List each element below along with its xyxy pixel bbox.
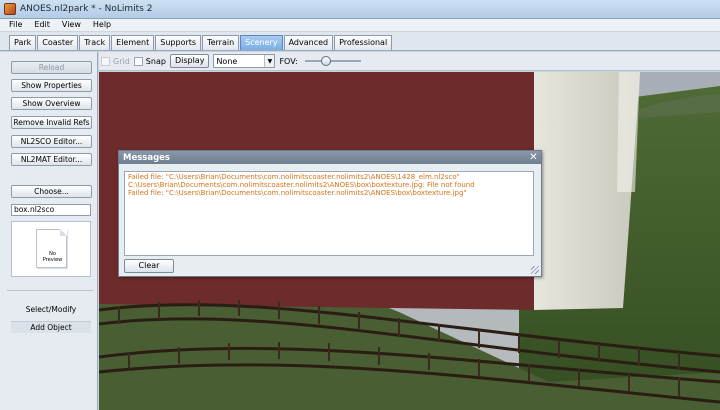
title-bar: ANOES.nl2park * - NoLimits 2 (0, 0, 720, 19)
tab-advanced[interactable]: Advanced (283, 35, 334, 50)
tab-park[interactable]: Park (9, 35, 37, 50)
snap-checkbox[interactable] (133, 56, 143, 66)
show-overview-button[interactable]: Show Overview (11, 97, 92, 110)
viewport-toolbar: Grid Snap Display None ▼ FOV: (99, 52, 720, 71)
grid-label: Grid (113, 56, 130, 66)
page-fold (60, 229, 67, 236)
nl2sco-editor-button[interactable]: NL2SCO Editor... (11, 135, 92, 148)
display-dropdown-value: None (216, 56, 238, 66)
menu-edit[interactable]: Edit (29, 19, 57, 31)
clear-button[interactable]: Clear (124, 259, 174, 273)
reload-button[interactable]: Reload (11, 61, 92, 74)
preview-placeholder-text: No Preview (42, 251, 63, 263)
chevron-down-icon: ▼ (264, 55, 275, 67)
message-line: Failed file: "C:\Users\Brian\Documents\c… (128, 173, 460, 181)
fov-slider-track (304, 60, 361, 62)
grid-checkbox[interactable] (101, 56, 110, 66)
fov-slider-thumb[interactable] (320, 56, 331, 66)
dialog-title-bar[interactable]: Messages ✕ (119, 151, 541, 164)
display-dropdown[interactable]: None ▼ (213, 54, 276, 68)
fov-label: FOV: (279, 56, 298, 66)
window-title: ANOES.nl2park * - NoLimits 2 (20, 4, 153, 14)
document-icon: No Preview (36, 229, 67, 268)
tab-element[interactable]: Element (111, 35, 155, 50)
menu-view[interactable]: View (57, 19, 88, 31)
tab-track[interactable]: Track (79, 35, 111, 50)
choose-file-button[interactable]: Choose... (11, 185, 92, 198)
mode-tab-bar: Park Coaster Track Element Supports Terr… (0, 32, 720, 51)
display-button[interactable]: Display (169, 54, 210, 68)
message-log[interactable]: Failed file: "C:\Users\Brian\Documents\c… (124, 171, 534, 256)
close-icon[interactable]: ✕ (528, 152, 539, 163)
panel-divider (7, 290, 93, 291)
resize-grip-icon[interactable] (531, 266, 539, 274)
menu-bar: File Edit View Help (0, 19, 720, 32)
snap-label: Snap (145, 56, 166, 66)
tab-professional[interactable]: Professional (334, 35, 393, 50)
tab-terrain[interactable]: Terrain (202, 35, 240, 50)
selected-file-field[interactable]: box.nl2sco (11, 204, 91, 216)
message-line: Failed file: "C:\Users\Brian\Documents\c… (128, 189, 467, 197)
select-modify-tab[interactable]: Select/Modify (11, 305, 91, 314)
messages-dialog: Messages ✕ Failed file: "C:\Users\Brian\… (118, 150, 542, 277)
object-preview: No Preview (11, 221, 91, 277)
app-logo-icon (4, 3, 16, 15)
nl2mat-editor-button[interactable]: NL2MAT Editor... (11, 153, 92, 166)
fov-slider[interactable] (304, 54, 361, 68)
remove-invalid-refs-button[interactable]: Remove Invalid Refs (11, 116, 92, 129)
menu-help[interactable]: Help (88, 19, 118, 31)
menu-file[interactable]: File (4, 19, 29, 31)
show-properties-button[interactable]: Show Properties (11, 79, 92, 92)
scenery-side-panel: Reload Show Properties Show Overview Rem… (0, 52, 98, 410)
tab-scenery[interactable]: Scenery (240, 35, 283, 50)
tab-coaster[interactable]: Coaster (37, 35, 79, 50)
tab-supports[interactable]: Supports (155, 35, 202, 50)
dialog-title: Messages (123, 152, 170, 163)
add-object-tab[interactable]: Add Object (11, 321, 91, 333)
message-line: C:\Users\Brian\Documents\com.nolimitscoa… (128, 181, 475, 189)
